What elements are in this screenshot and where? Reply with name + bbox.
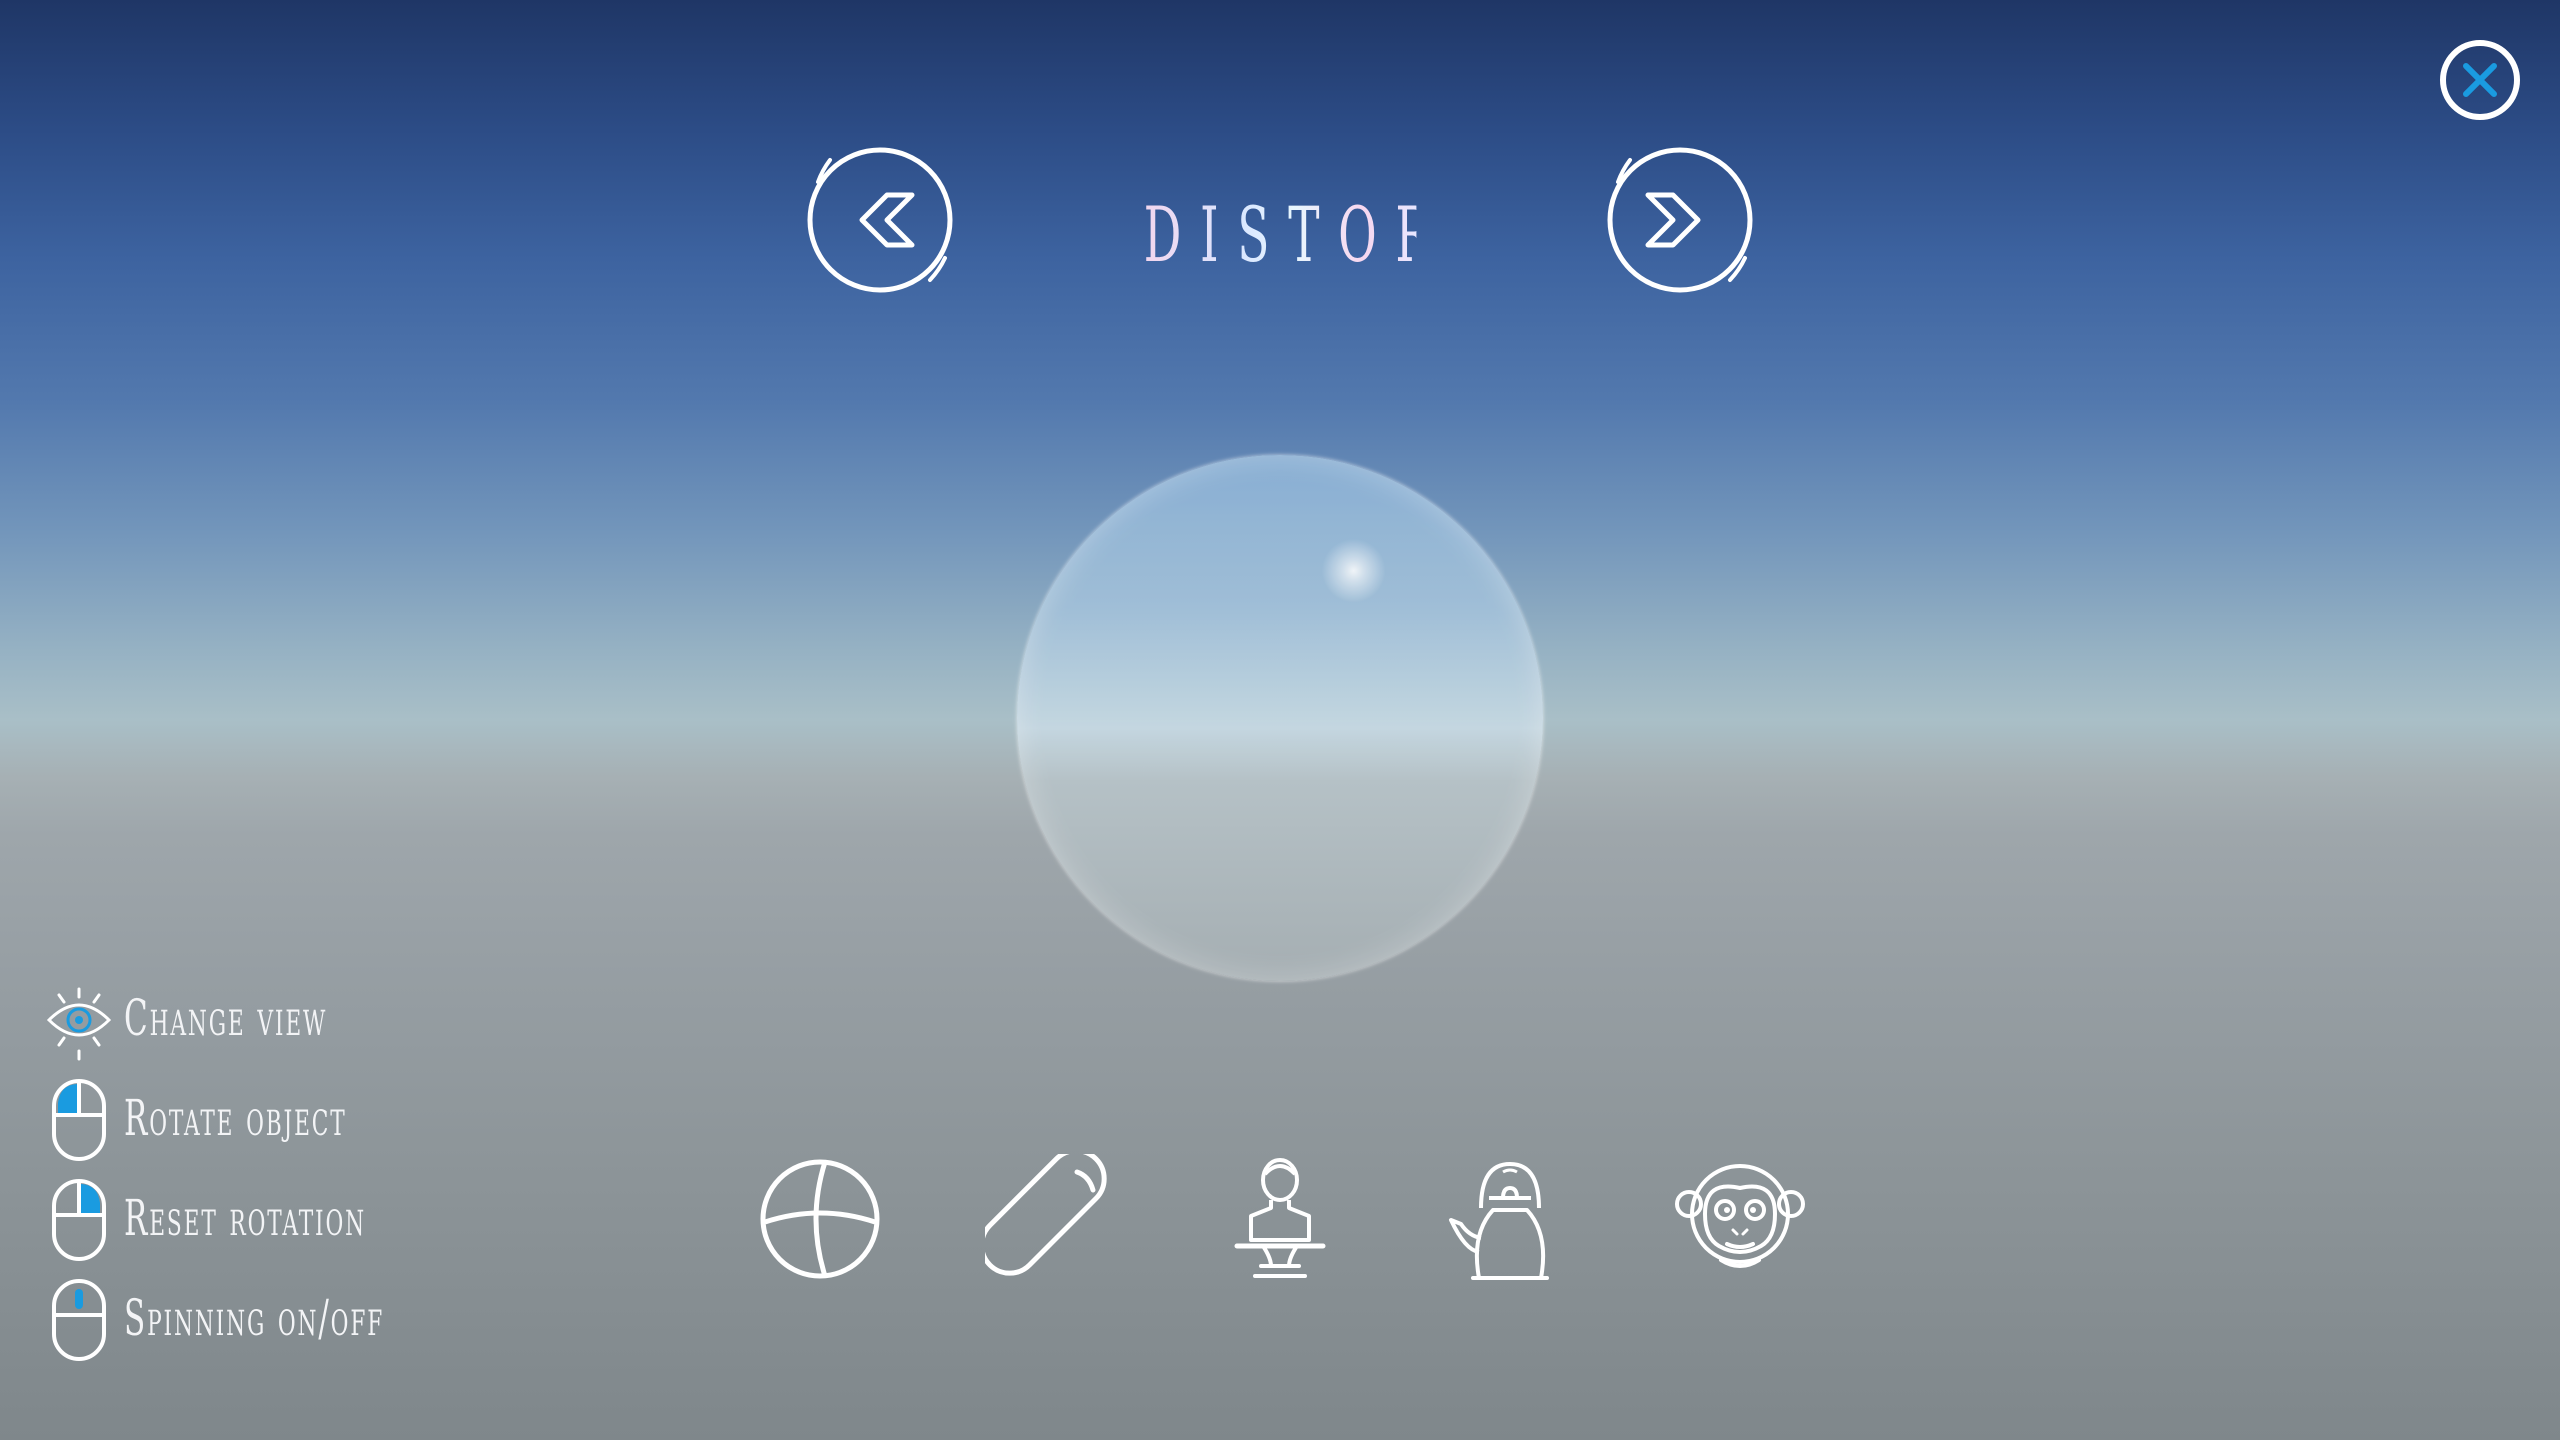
preview-sphere[interactable] <box>1017 455 1543 981</box>
chevron-left-icon <box>807 147 953 293</box>
capsule-icon <box>979 1148 1107 1276</box>
chevron-right-icon <box>1607 147 1753 293</box>
shape-bust-button[interactable] <box>1215 1154 1345 1284</box>
shape-teapot-button[interactable] <box>1445 1154 1575 1284</box>
sphere-icon <box>760 1159 880 1279</box>
teapot-icon <box>1449 1161 1549 1280</box>
control-label: Reset rotation <box>124 1189 366 1247</box>
close-button[interactable] <box>2438 38 2522 122</box>
control-label: Rotate object <box>124 1089 347 1147</box>
mouse-left-button-icon <box>46 1075 112 1165</box>
control-change-view: Change view <box>46 975 526 1065</box>
bust-icon <box>1234 1158 1326 1278</box>
mouse-right-button-icon <box>46 1175 112 1265</box>
eye-icon <box>46 975 112 1065</box>
control-label: Change view <box>124 989 328 1047</box>
mouse-wheel-icon <box>46 1275 112 1365</box>
shape-sphere-button[interactable] <box>755 1154 885 1284</box>
control-spinning: Spinning on/off <box>46 1275 526 1365</box>
close-icon <box>2440 40 2520 120</box>
previous-material-button[interactable] <box>800 140 960 300</box>
monkey-icon <box>1675 1164 1805 1268</box>
shape-capsule-button[interactable] <box>979 1148 1115 1284</box>
control-rotate-object: Rotate object <box>46 1075 526 1165</box>
next-material-button[interactable] <box>1600 140 1760 300</box>
control-reset-rotation: Reset rotation <box>46 1175 526 1265</box>
shape-monkey-button[interactable] <box>1675 1154 1805 1284</box>
control-label: Spinning on/off <box>124 1289 385 1347</box>
material-title: DISTORED <box>1144 180 1541 290</box>
